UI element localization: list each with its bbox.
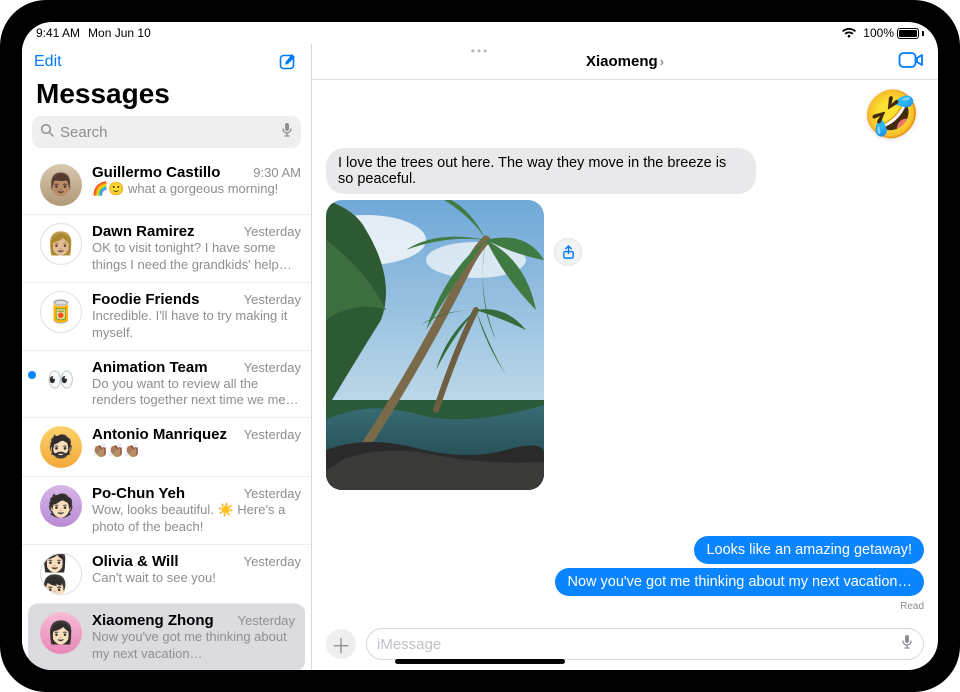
conv-time: Yesterday — [244, 360, 301, 375]
conv-preview: 🌈🙂 what a gorgeous morning! — [92, 181, 301, 198]
conversation-sidebar: Edit Messages Search — [22, 44, 312, 670]
search-icon — [40, 123, 54, 141]
chevron-right-icon: › — [660, 54, 664, 69]
status-time: 9:41 AM — [36, 26, 80, 40]
list-item[interactable]: 🧑🏻 Po-Chun Yeh Yesterday Wow, looks beaut… — [22, 476, 311, 544]
chat-pane: Xiaomeng › 🤣 I love the trees out here. … — [312, 44, 938, 670]
search-placeholder: Search — [60, 124, 108, 141]
message-photo[interactable] — [326, 200, 544, 490]
share-button[interactable] — [554, 238, 582, 266]
conv-name: Xiaomeng Zhong — [92, 612, 214, 629]
avatar: 🧔🏻 — [40, 426, 82, 468]
facetime-button[interactable] — [898, 50, 924, 75]
list-item[interactable]: 🥫 Foodie Friends Yesterday Incredible. I'… — [22, 282, 311, 350]
page-title: Messages — [22, 74, 311, 116]
status-bar: 9:41 AM Mon Jun 10 100% — [22, 22, 938, 44]
wifi-icon — [841, 27, 857, 39]
dictate-icon[interactable] — [901, 634, 913, 654]
tapback-reaction[interactable]: 🤣 — [864, 86, 920, 142]
list-item-selected[interactable]: 👩🏻 Xiaomeng Zhong Yesterday Now you've go… — [28, 603, 305, 670]
avatar: 👨🏽 — [40, 164, 82, 206]
conversation-list: 👨🏽 Guillermo Castillo 9:30 AM 🌈🙂 what a g… — [22, 156, 311, 670]
avatar: 🥫 — [40, 291, 82, 333]
conv-time: Yesterday — [238, 613, 295, 628]
conv-time: Yesterday — [244, 554, 301, 569]
home-indicator[interactable] — [395, 659, 565, 664]
message-outgoing[interactable]: Now you've got me thinking about my next… — [555, 568, 924, 596]
conv-preview: Now you've got me thinking about my next… — [92, 629, 295, 663]
attach-button[interactable]: ＋ — [326, 629, 356, 659]
dictate-icon[interactable] — [281, 122, 293, 142]
chat-title-button[interactable]: Xiaomeng › — [586, 53, 664, 70]
read-receipt: Read — [900, 601, 924, 612]
compose-button[interactable] — [277, 51, 299, 73]
conv-time: Yesterday — [244, 224, 301, 239]
conv-name: Foodie Friends — [92, 291, 200, 308]
battery-indicator: 100% — [863, 26, 924, 40]
conv-time: Yesterday — [244, 427, 301, 442]
search-input[interactable]: Search — [32, 116, 301, 148]
conv-preview: 👏🏽👏🏽👏🏽 — [92, 443, 301, 460]
conv-name: Animation Team — [92, 359, 208, 376]
avatar: 🧑🏻 — [40, 485, 82, 527]
conv-time: 9:30 AM — [253, 165, 301, 180]
message-outgoing[interactable]: Looks like an amazing getaway! — [694, 536, 924, 564]
message-incoming[interactable]: I love the trees out here. The way they … — [326, 148, 756, 194]
list-item[interactable]: 👩🏻👦🏻 Olivia & Will Yesterday Can't wait t… — [22, 544, 311, 603]
battery-percent: 100% — [863, 26, 894, 40]
list-item[interactable]: 👩🏼 Dawn Ramirez Yesterday OK to visit ton… — [22, 214, 311, 282]
conv-name: Antonio Manriquez — [92, 426, 227, 443]
conv-name: Dawn Ramirez — [92, 223, 195, 240]
conv-time: Yesterday — [244, 292, 301, 307]
conv-preview: Incredible. I'll have to try making it m… — [92, 308, 301, 342]
list-item[interactable]: 👀 Animation Team Yesterday Do you want to… — [22, 350, 311, 418]
conv-name: Olivia & Will — [92, 553, 179, 570]
list-item[interactable]: 🧔🏻 Antonio Manriquez Yesterday 👏🏽👏🏽👏🏽 — [22, 417, 311, 476]
unread-dot-icon — [28, 371, 36, 379]
conv-name: Guillermo Castillo — [92, 164, 220, 181]
conv-name: Po-Chun Yeh — [92, 485, 185, 502]
conv-preview: OK to visit tonight? I have some things … — [92, 240, 301, 274]
conv-time: Yesterday — [244, 486, 301, 501]
edit-button[interactable]: Edit — [34, 53, 62, 71]
chat-header: Xiaomeng › — [312, 44, 938, 80]
avatar: 👩🏻👦🏻 — [40, 553, 82, 595]
list-item[interactable]: 👨🏽 Guillermo Castillo 9:30 AM 🌈🙂 what a g… — [22, 156, 311, 214]
avatar: 👩🏼 — [40, 223, 82, 265]
message-placeholder: iMessage — [377, 636, 441, 653]
status-date: Mon Jun 10 — [88, 26, 151, 40]
avatar: 👀 — [40, 359, 82, 401]
message-input[interactable]: iMessage — [366, 628, 924, 660]
avatar: 👩🏻 — [40, 612, 82, 654]
conv-preview: Wow, looks beautiful. ☀️ Here's a photo … — [92, 502, 301, 536]
conv-preview: Do you want to review all the renders to… — [92, 376, 301, 410]
conv-preview: Can't wait to see you! — [92, 570, 301, 587]
